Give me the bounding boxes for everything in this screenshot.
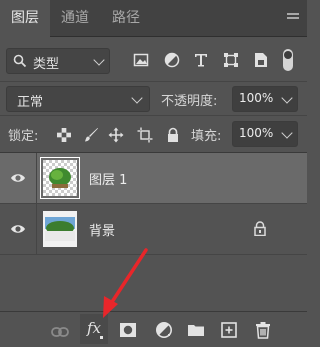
- opacity-label: 不透明度:: [161, 94, 218, 109]
- text-filter-icon[interactable]: [193, 52, 209, 68]
- image-filter-icon[interactable]: [133, 52, 149, 68]
- chevron-down-icon: [281, 92, 293, 104]
- layers-list: 图层 1 背景: [0, 153, 307, 311]
- filter-kind-select[interactable]: 类型: [6, 48, 110, 74]
- search-icon: [13, 54, 27, 68]
- layer-name[interactable]: 背景: [89, 220, 115, 239]
- lock-transparent-pixels-icon[interactable]: [56, 127, 72, 143]
- blend-mode-select[interactable]: 正常: [6, 86, 150, 112]
- layer-thumbnail: [40, 157, 80, 199]
- layer-row-layer1[interactable]: 图层 1: [0, 153, 307, 204]
- blend-row: 正常 不透明度: 100%: [0, 82, 307, 116]
- shape-filter-icon[interactable]: [223, 52, 239, 68]
- panel-tab-bar: 图层 通道 路径: [0, 0, 307, 38]
- smart-object-filter-icon[interactable]: [253, 52, 269, 68]
- layers-bottom-toolbar: fx: [0, 311, 307, 347]
- filter-kind-label: 类型: [33, 57, 60, 72]
- layer-name[interactable]: 图层 1: [89, 169, 127, 188]
- layer-thumbnail: [43, 211, 77, 247]
- tab-layers[interactable]: 图层: [0, 0, 50, 38]
- new-layer-icon[interactable]: [220, 321, 238, 339]
- opacity-input[interactable]: 100%: [232, 86, 298, 112]
- chevron-down-icon: [131, 92, 143, 104]
- fx-icon: fx: [87, 319, 102, 337]
- eye-visibility-icon[interactable]: [10, 222, 26, 236]
- add-layer-mask-icon[interactable]: [119, 321, 137, 339]
- eye-visibility-icon[interactable]: [10, 171, 26, 185]
- fill-label: 填充:: [191, 129, 222, 144]
- chevron-down-icon: [281, 127, 293, 139]
- tab-channels[interactable]: 通道: [50, 0, 100, 37]
- new-adjustment-layer-icon[interactable]: [155, 321, 173, 339]
- tab-paths[interactable]: 路径: [100, 0, 152, 37]
- lock-artboard-icon[interactable]: [137, 127, 153, 143]
- layer-row-background[interactable]: 背景: [0, 204, 307, 255]
- lock-image-pixels-icon[interactable]: [83, 127, 99, 143]
- adjustment-filter-icon[interactable]: [164, 52, 180, 68]
- delete-layer-trash-icon[interactable]: [254, 321, 272, 339]
- filter-toggle-switch[interactable]: [283, 49, 293, 71]
- fill-input[interactable]: 100%: [232, 121, 298, 147]
- layer-style-fx-button[interactable]: fx: [80, 314, 108, 344]
- fill-value: 100%: [239, 126, 274, 140]
- blend-mode-label: 正常: [17, 95, 44, 110]
- filter-row: 类型: [0, 38, 307, 82]
- lock-position-icon[interactable]: [108, 127, 124, 143]
- visibility-divider: [36, 204, 37, 254]
- visibility-divider: [36, 153, 37, 203]
- new-group-folder-icon[interactable]: [187, 321, 205, 339]
- lock-label: 锁定:: [8, 129, 39, 144]
- link-layers-icon[interactable]: [51, 323, 69, 341]
- chevron-down-icon: [93, 54, 105, 66]
- layers-panel: 图层 通道 路径 类型 正常 不透明度: 100% 锁定: 填充: 100% 图…: [0, 0, 307, 347]
- lock-all-icon[interactable]: [165, 127, 181, 143]
- panel-menu-icon[interactable]: [287, 13, 299, 23]
- lock-icon: [254, 221, 266, 236]
- lock-row: 锁定: 填充: 100%: [0, 116, 307, 153]
- opacity-value: 100%: [239, 91, 274, 105]
